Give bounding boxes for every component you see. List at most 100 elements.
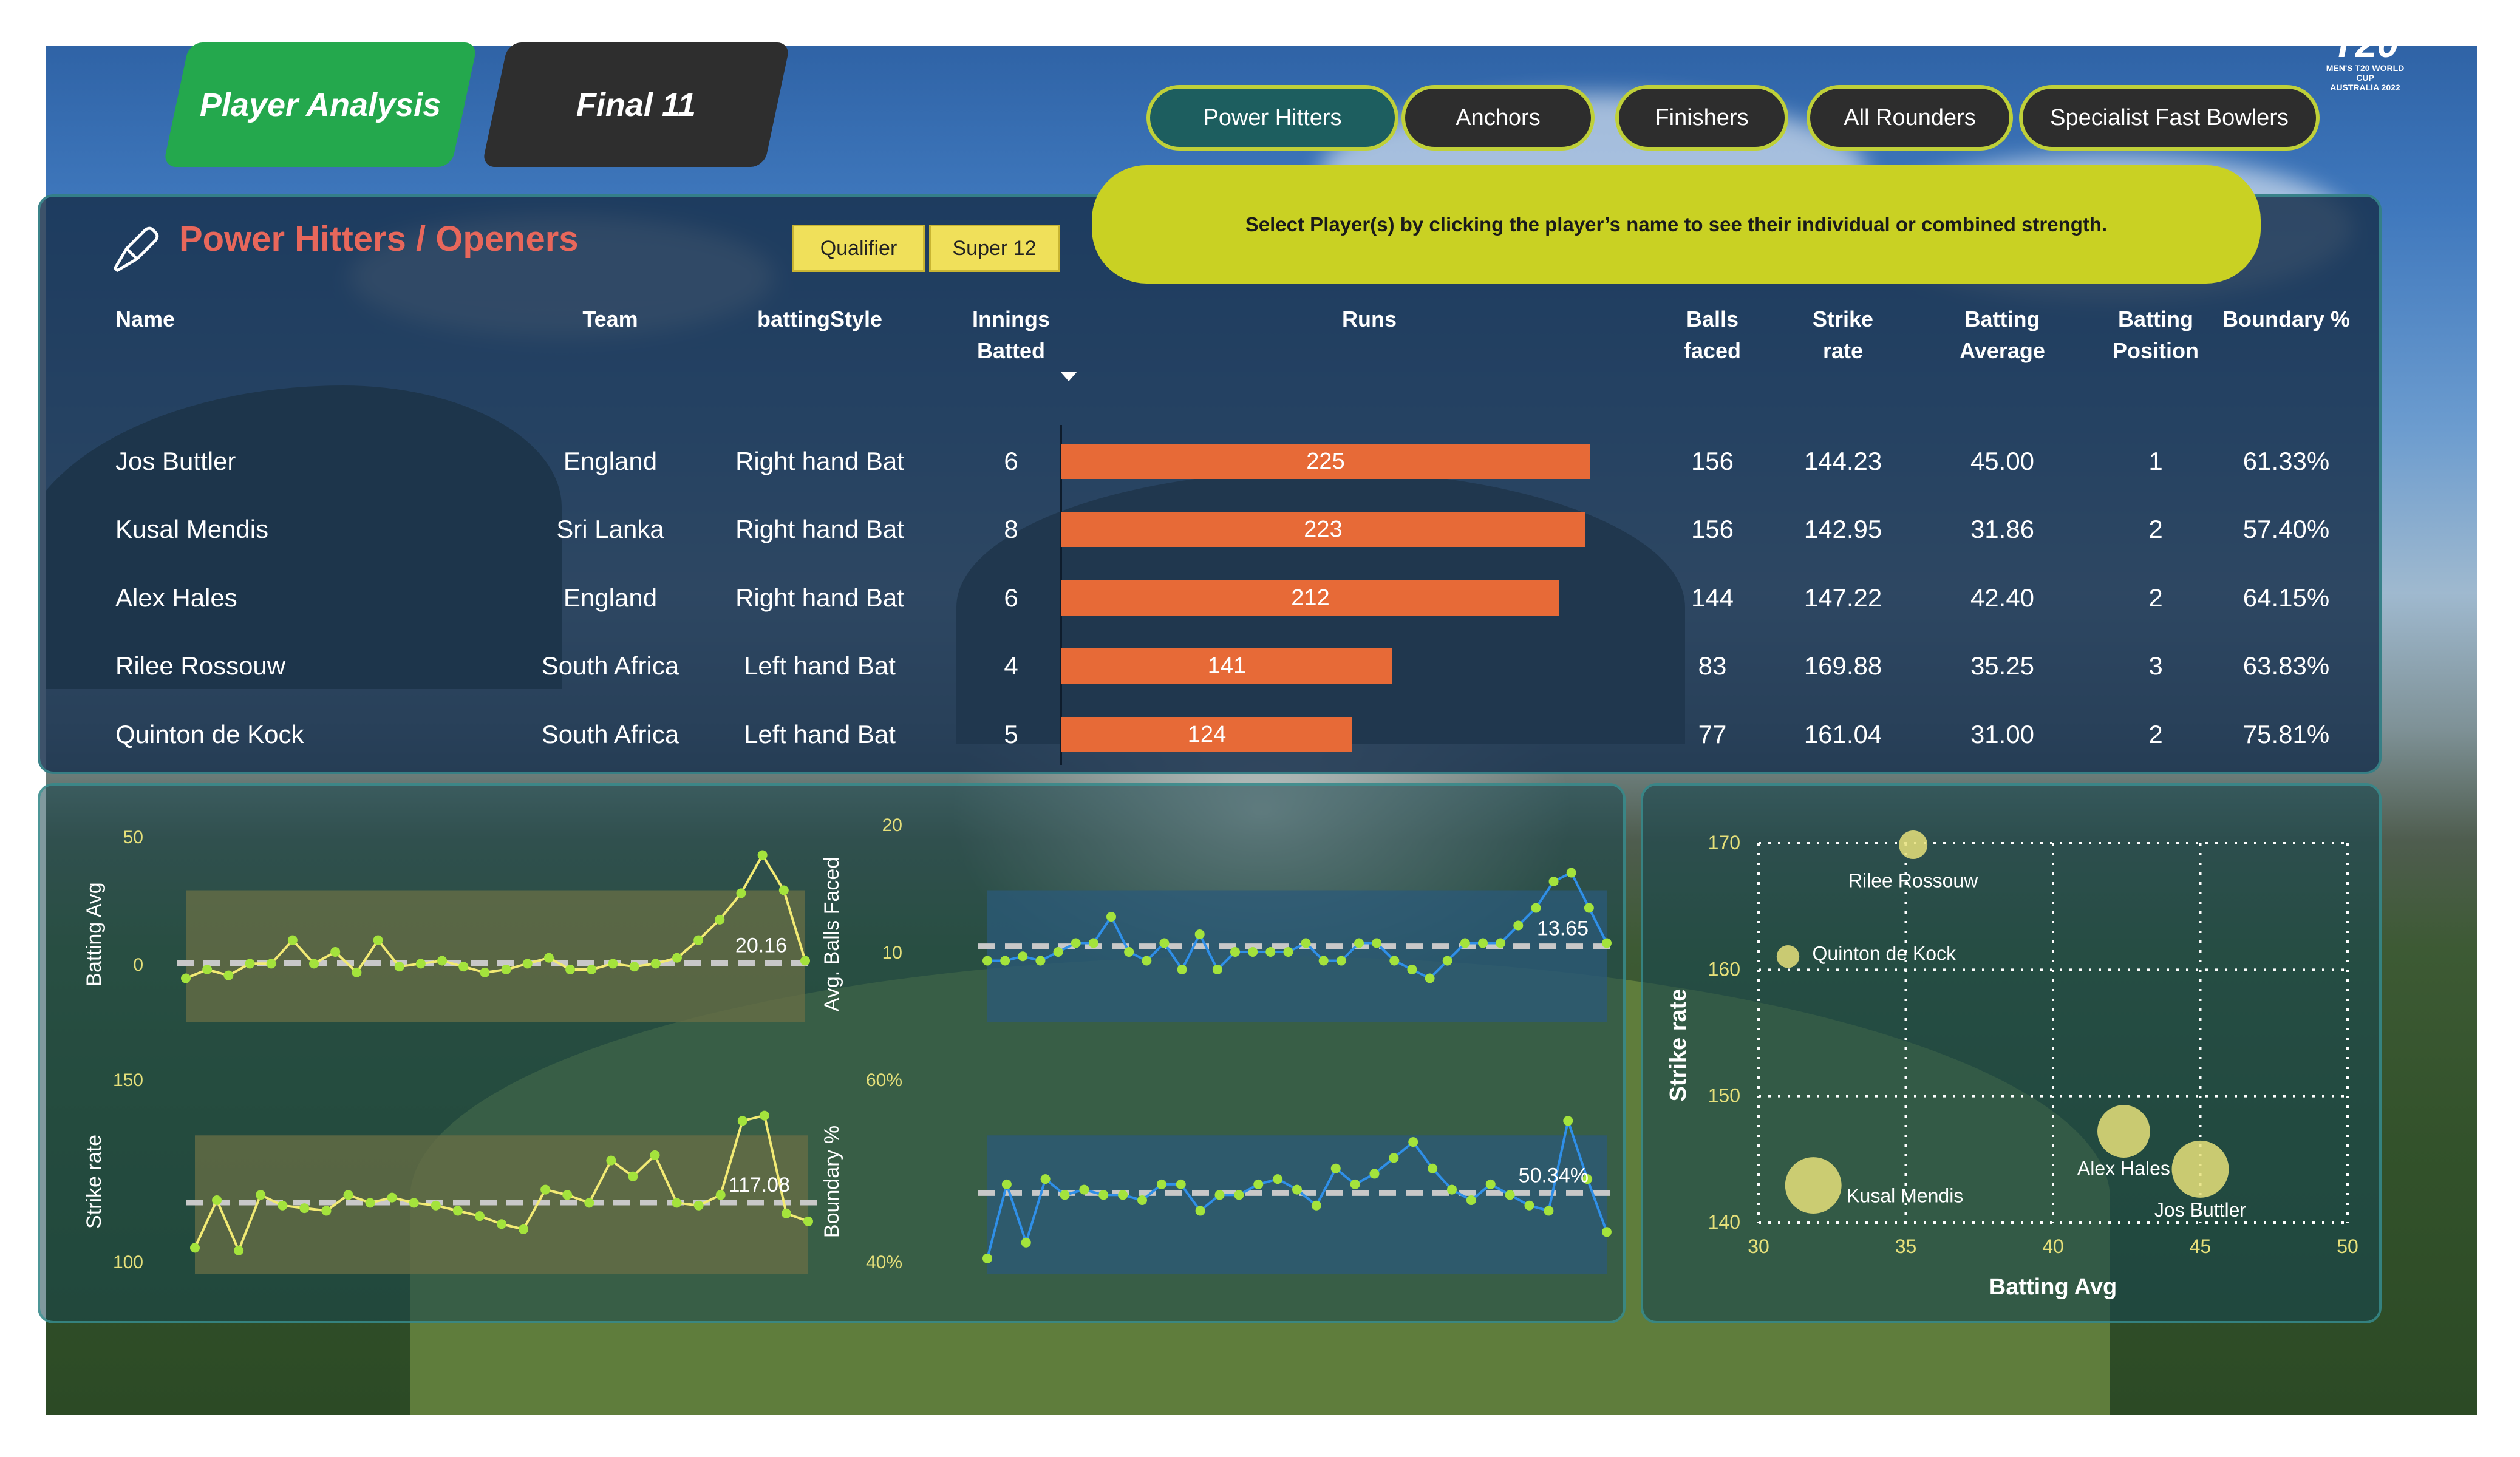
runs-bar[interactable]: 141 xyxy=(1061,648,1392,684)
series-point xyxy=(1407,965,1417,974)
series-point xyxy=(474,1211,485,1221)
player-name-cell[interactable]: Jos Buttler xyxy=(115,446,455,477)
team-cell: South Africa xyxy=(541,720,679,749)
series-point xyxy=(650,1150,660,1160)
series-point xyxy=(800,956,810,966)
series-point xyxy=(1460,938,1470,948)
category-power-hitters[interactable]: Power Hitters xyxy=(1146,85,1398,151)
strike-rate-cell: 144.23 xyxy=(1803,447,1882,475)
series-point xyxy=(1428,1163,1438,1173)
series-point xyxy=(1544,1206,1554,1216)
scatter-chart-svg: 30 35 40 45 50 170 160 150 140 Rilee Rossouw Quint… xyxy=(1666,830,2358,1300)
series-point xyxy=(1330,1163,1341,1173)
series-point xyxy=(736,888,746,898)
team-cell: South Africa xyxy=(541,651,679,680)
series-point xyxy=(1142,956,1152,966)
strike-rate-cell: 169.88 xyxy=(1803,651,1882,680)
batting-position-cell: 3 xyxy=(2148,651,2163,680)
player-name-cell[interactable]: Alex Hales xyxy=(115,583,455,613)
header-line: Average xyxy=(1960,338,2045,363)
player-name-cell[interactable]: Kusal Mendis xyxy=(115,514,455,545)
series-point xyxy=(1478,938,1488,948)
series-point xyxy=(181,973,191,983)
balls-faced-cell: 156 xyxy=(1691,447,1734,475)
filter-label: Super 12 xyxy=(952,236,1037,260)
player-name-cell[interactable]: Rilee Rossouw xyxy=(115,651,455,681)
header-batting-average[interactable]: Batting Average xyxy=(1931,304,2074,367)
player-name-cell[interactable]: Quinton de Kock xyxy=(115,719,455,750)
category-finishers[interactable]: Finishers xyxy=(1615,85,1788,151)
batting-position-cell: 2 xyxy=(2148,515,2163,543)
tab-final-11[interactable]: Final 11 xyxy=(482,42,791,167)
sort-descending-icon[interactable] xyxy=(1060,372,1077,381)
series-point xyxy=(1292,1184,1302,1195)
header-line: Balls xyxy=(1686,307,1739,331)
logo-text: MEN'S T20 WORLD CUP xyxy=(2326,63,2405,83)
series-point xyxy=(1485,1179,1496,1189)
series-point xyxy=(1124,947,1134,957)
header-team[interactable]: Team xyxy=(547,304,674,335)
category-label: All Rounders xyxy=(1844,104,1976,131)
header-boundary-percent[interactable]: Boundary % xyxy=(2216,304,2356,335)
runs-bar-label: 212 xyxy=(1291,585,1330,611)
series-point xyxy=(1265,947,1276,957)
series-point xyxy=(737,1116,747,1126)
category-label: Power Hitters xyxy=(1203,104,1342,131)
boundary-percent-trend-chart: 50.34% 60% 40% Boundary % xyxy=(820,1070,1616,1274)
reference-value-label: 20.16 xyxy=(735,934,787,957)
boundary-percent-cell: 63.83% xyxy=(2242,651,2330,680)
y-axis-label: Batting Avg xyxy=(83,882,106,986)
header-batting-style[interactable]: battingStyle xyxy=(741,304,899,335)
y-tick-label: 10 xyxy=(882,943,902,963)
runs-bar[interactable]: 225 xyxy=(1061,444,1590,479)
series-point xyxy=(1194,929,1205,939)
y-axis-label: Strike rate xyxy=(1666,989,1691,1102)
runs-bar[interactable]: 212 xyxy=(1061,580,1559,616)
series-point xyxy=(1566,868,1576,878)
category-all-rounders[interactable]: All Rounders xyxy=(1807,85,2013,151)
runs-bar[interactable]: 124 xyxy=(1061,717,1352,752)
tab-player-analysis[interactable]: Player Analysis xyxy=(163,42,478,167)
category-label: Finishers xyxy=(1655,104,1749,131)
category-anchors[interactable]: Anchors xyxy=(1401,85,1595,151)
header-line: Innings xyxy=(972,307,1050,331)
header-strike-rate[interactable]: Strike rate xyxy=(1782,304,1904,367)
balls-faced-cell: 144 xyxy=(1691,583,1734,612)
series-point xyxy=(562,1190,573,1200)
team-cell: Sri Lanka xyxy=(556,515,664,543)
series-point xyxy=(223,970,234,980)
series-point xyxy=(1040,1174,1051,1184)
series-point xyxy=(497,1219,506,1229)
header-runs[interactable]: Runs xyxy=(1306,304,1433,335)
series-point xyxy=(212,1195,222,1205)
y-tick-label: 100 xyxy=(113,1252,143,1272)
header-balls-faced[interactable]: Balls faced xyxy=(1652,304,1773,367)
series-point xyxy=(1212,965,1222,974)
series-point xyxy=(1389,1153,1399,1163)
y-axis-label: Strike rate xyxy=(83,1135,106,1229)
series-point xyxy=(190,1243,200,1253)
tab-label: Player Analysis xyxy=(199,86,441,123)
series-point xyxy=(1234,1190,1244,1200)
series-point xyxy=(387,1192,397,1203)
header-innings-batted[interactable]: Innings Batted xyxy=(947,304,1075,367)
series-point xyxy=(1389,956,1400,966)
cricket-bat-icon xyxy=(114,226,159,272)
series-point xyxy=(1513,920,1524,931)
filter-super-12-button[interactable]: Super 12 xyxy=(929,225,1060,272)
runs-bar[interactable]: 223 xyxy=(1061,512,1585,547)
series-point xyxy=(584,1198,594,1208)
category-specialist-fast-bowlers[interactable]: Specialist Fast Bowlers xyxy=(2019,85,2320,151)
series-point xyxy=(1496,938,1506,948)
series-point xyxy=(565,965,576,974)
header-name[interactable]: Name xyxy=(115,304,175,335)
batting-average-cell: 35.25 xyxy=(1970,651,2035,680)
y-tick-label: 160 xyxy=(1708,958,1740,980)
x-tick-label: 50 xyxy=(2337,1235,2358,1257)
y-tick-label: 0 xyxy=(133,955,143,975)
series-point xyxy=(1021,1237,1031,1248)
filter-qualifier-button[interactable]: Qualifier xyxy=(792,225,925,272)
y-tick-label: 150 xyxy=(1708,1085,1740,1107)
series-point xyxy=(715,1190,726,1200)
header-batting-position[interactable]: Batting Position xyxy=(2089,304,2222,367)
